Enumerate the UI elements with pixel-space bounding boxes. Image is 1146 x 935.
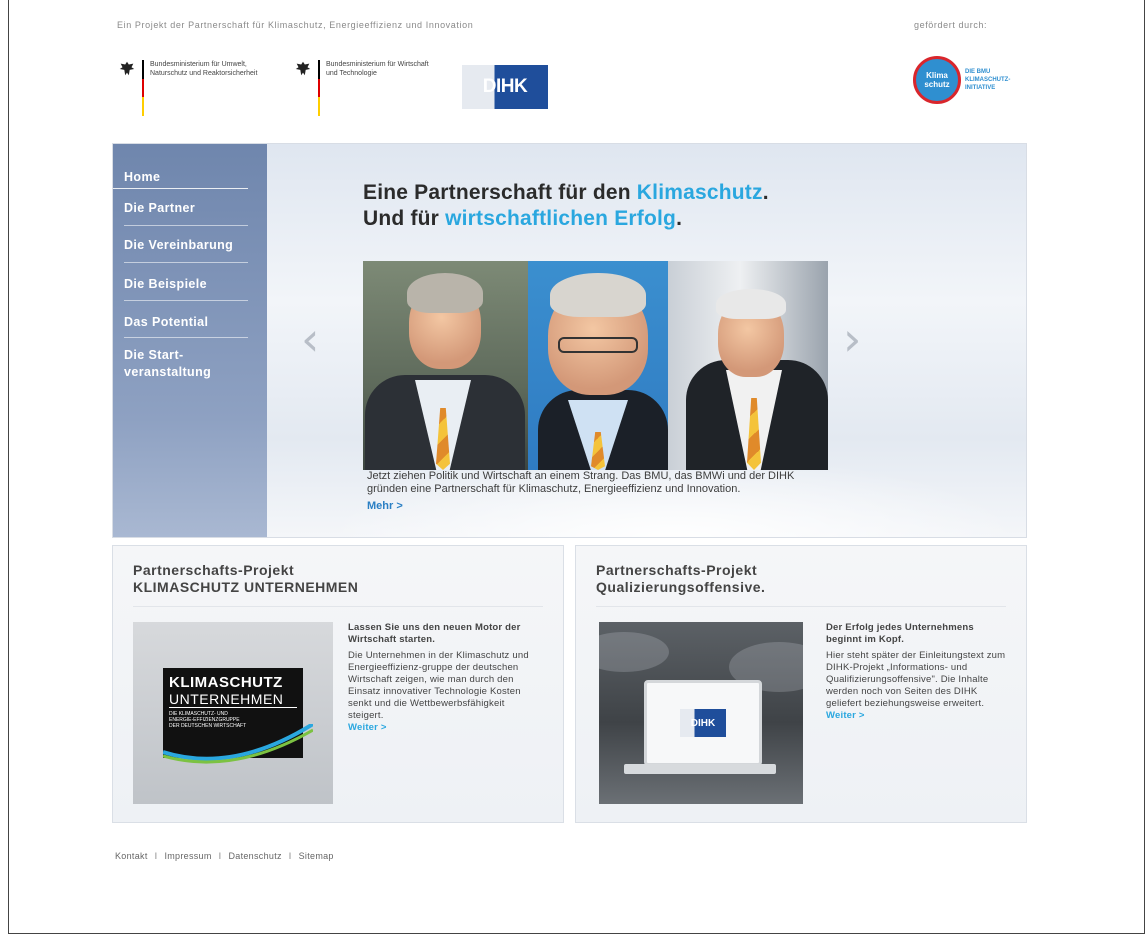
headline-text: Eine Partnerschaft für den [363, 181, 637, 204]
panel-body: Hier steht später der Einleitungstext zu… [826, 650, 1006, 709]
bmu-name: Bundesministerium für Umwelt, Naturschut… [150, 61, 258, 77]
panel-text: Der Erfolg jedes Unternehmens beginnt im… [826, 622, 1011, 722]
panel-title-line: Qualizierungsoffensive. [596, 579, 766, 595]
footer-separator: I [218, 851, 222, 861]
logo-text: UNTERNEHMEN [169, 691, 297, 708]
headline-period: . [676, 207, 683, 230]
dihk-screen-logo: DIHK [680, 709, 726, 737]
klimaschutz-initiative-logo[interactable]: Klima schutz DIE BMU KLIMASCHUTZ-INITIAT… [913, 56, 1027, 104]
headline-text: Und für [363, 207, 446, 230]
german-flag-bar [142, 60, 144, 117]
nav-divider [124, 300, 248, 301]
federal-eagle-icon [119, 61, 135, 76]
dihk-logo-text: DIHK [482, 76, 528, 97]
nav-item-startveranstaltung[interactable]: Die Start-veranstaltung [113, 347, 214, 381]
nav-divider [124, 262, 248, 263]
nav-item-partner[interactable]: Die Partner [113, 201, 248, 215]
hero-banner: Home Die Partner Die Vereinbarung Die Be… [112, 143, 1027, 538]
nav-divider [124, 337, 248, 338]
panel-weiter-link[interactable]: Weiter > [826, 710, 865, 721]
hero-headline: Eine Partnerschaft für den Klimaschutz. … [363, 180, 769, 232]
nav-divider [124, 225, 248, 226]
german-flag-bar [318, 60, 320, 117]
footer-link-kontakt[interactable]: Kontakt [115, 851, 148, 861]
klimaschutz-initiative-text: DIE BMU KLIMASCHUTZ-INITIATIVE [965, 69, 1011, 91]
footer-separator: I [154, 851, 158, 861]
panel-lead: Lassen Sie uns den neuen Motor der Wirts… [348, 622, 521, 645]
background-blur [599, 632, 669, 672]
nav-item-beispiele[interactable]: Die Beispiele [113, 277, 248, 291]
supported-by-label: gefördert durch: [914, 20, 988, 30]
portrait-photo [528, 261, 668, 470]
footer-link-impressum[interactable]: Impressum [164, 851, 211, 861]
carousel-next-arrow[interactable]: › [843, 312, 861, 366]
panel-title-line: Partnerschafts-Projekt [596, 562, 758, 578]
footer-links: Kontakt I Impressum I Datenschutz I Sitemap [115, 851, 334, 861]
panel-lead: Der Erfolg jedes Unternehmens beginnt im… [826, 622, 974, 645]
footer-link-datenschutz[interactable]: Datenschutz [228, 851, 281, 861]
panel-divider [596, 606, 1006, 607]
nav-item-home[interactable]: Home [113, 170, 248, 189]
hero-more-link[interactable]: Mehr > [367, 500, 403, 512]
panel-title-line: Partnerschafts-Projekt [133, 562, 295, 578]
klimaschutz-badge: Klima schutz [913, 56, 961, 104]
panel-text: Lassen Sie uns den neuen Motor der Wirts… [348, 622, 533, 734]
laptop-screen: DIHK [644, 680, 762, 766]
panel-title: Partnerschafts-Projekt KLIMASCHUTZ UNTER… [133, 562, 358, 596]
panel-body: Die Unternehmen in der Klimaschutz und E… [348, 650, 529, 721]
laptop-base [624, 764, 776, 774]
glasses [558, 337, 638, 353]
panel-divider [133, 606, 543, 607]
nav-item-vereinbarung[interactable]: Die Vereinbarung [113, 238, 248, 252]
headline-accent: Klimaschutz [636, 181, 763, 204]
panel-qualifizierungsoffensive: Partnerschafts-Projekt Qualizierungsoffe… [575, 545, 1027, 823]
portrait-photo [363, 261, 528, 470]
panel-title: Partnerschafts-Projekt Qualizierungsoffe… [596, 562, 765, 596]
laptop-photo[interactable]: DIHK [599, 622, 803, 804]
nav-item-potential[interactable]: Das Potential [113, 315, 248, 329]
bmwi-name: Bundesministerium für Wirtschaft und Tec… [326, 61, 429, 77]
panel-title-line: KLIMASCHUTZ UNTERNEHMEN [133, 579, 359, 595]
footer-separator: I [288, 851, 292, 861]
federal-eagle-icon [295, 61, 311, 76]
bmu-logo[interactable]: Bundesministerium für Umwelt, Naturschut… [118, 60, 260, 117]
footer-link-sitemap[interactable]: Sitemap [299, 851, 334, 861]
main-navigation: Home Die Partner Die Vereinbarung Die Be… [113, 144, 267, 537]
panel-klimaschutz-unternehmen: Partnerschafts-Projekt KLIMASCHUTZ UNTER… [112, 545, 564, 823]
logo-text: KLIMASCHUTZ [169, 674, 283, 691]
project-tagline: Ein Projekt der Partnerschaft für Klimas… [117, 20, 474, 30]
bmwi-logo[interactable]: Bundesministerium für Wirtschaft und Tec… [294, 60, 436, 117]
carousel-prev-arrow[interactable]: ‹ [301, 312, 319, 366]
klimaschutz-unternehmen-logo: KLIMASCHUTZ UNTERNEHMEN DIE KLIMASCHUTZ-… [163, 668, 313, 764]
klimaschutz-unternehmen-image[interactable]: KLIMASCHUTZ UNTERNEHMEN DIE KLIMASCHUTZ-… [133, 622, 333, 804]
headline-accent: wirtschaftlichen Erfolg [445, 207, 677, 230]
headline-period: . [762, 181, 769, 204]
hero-photo [363, 261, 828, 470]
portrait-photo [668, 261, 828, 470]
dihk-logo[interactable]: DIHK [462, 65, 548, 109]
panel-weiter-link[interactable]: Weiter > [348, 722, 387, 733]
hero-intro-text: Jetzt ziehen Politik und Wirtschaft an e… [367, 470, 795, 495]
swoosh-icon [163, 724, 313, 764]
